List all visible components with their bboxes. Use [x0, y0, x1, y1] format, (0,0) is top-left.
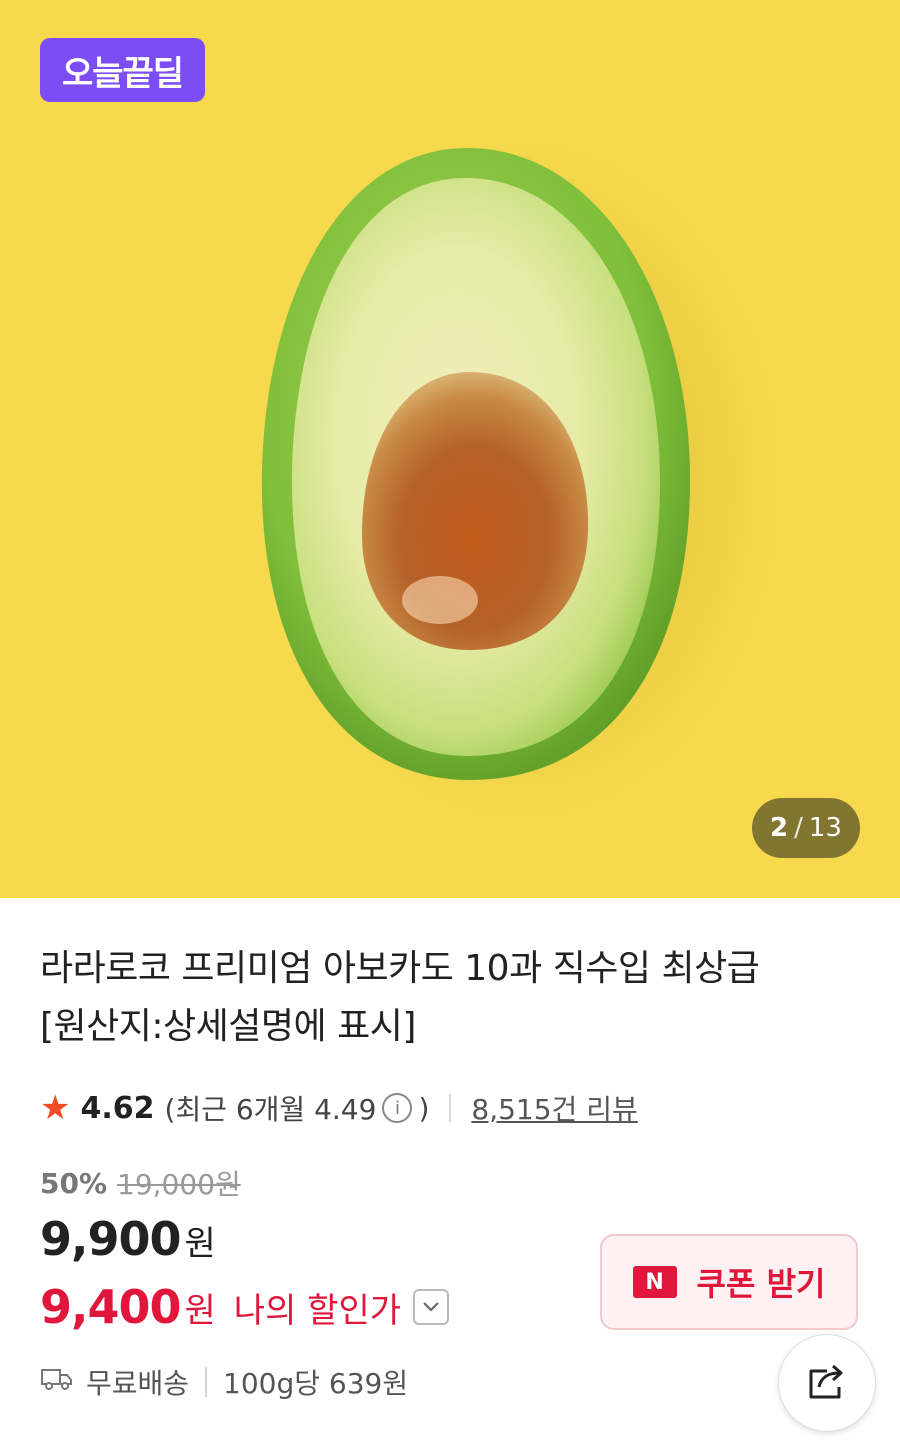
image-counter: 2 / 13: [752, 798, 860, 858]
free-shipping: 무료배송: [86, 1367, 190, 1400]
share-button[interactable]: [778, 1334, 876, 1432]
my-price-label: 나의 할인가: [233, 1290, 402, 1331]
share-icon: [805, 1361, 849, 1405]
info-icon[interactable]: i: [382, 1093, 413, 1123]
coupon-button[interactable]: N 쿠폰 받기: [600, 1234, 858, 1330]
discount-row: 50% 19,000원: [40, 1163, 241, 1203]
star-icon: ★: [40, 1088, 71, 1128]
sale-price: 9,900 원: [40, 1212, 216, 1266]
product-title-line2: [원산지:상세설명에 표시]: [40, 1006, 416, 1047]
rating-row: ★ 4.62 (최근 6개월 4.49 i ) 8,515건 리뷰: [40, 1086, 638, 1130]
avocado-image: [260, 140, 780, 820]
divider: [205, 1367, 208, 1397]
unit-price: 100g당 639원: [223, 1367, 409, 1400]
product-image-carousel[interactable]: 오늘끝딜 2 / 13: [0, 0, 900, 898]
discount-percent: 50%: [40, 1166, 108, 1200]
my-price-unit: 원: [184, 1290, 216, 1331]
divider: [449, 1094, 452, 1122]
rating-score: 4.62: [80, 1090, 155, 1126]
my-discount-price: 9,400 원 나의 할인가: [40, 1280, 450, 1334]
recent-rating-text: (최근 6개월 4.49: [164, 1093, 377, 1126]
naver-n-icon: N: [632, 1266, 677, 1298]
sale-price-value: 9,900: [40, 1212, 182, 1266]
today-deal-badge: 오늘끝딜: [40, 38, 205, 102]
coupon-label: 쿠폰 받기: [696, 1265, 826, 1303]
sale-price-unit: 원: [184, 1224, 216, 1264]
image-total: 13: [808, 813, 842, 843]
my-price-value: 9,400: [40, 1280, 182, 1334]
product-title: 라라로코 프리미엄 아보카도 10과 직수입 최상급 [원산지:상세설명에 표시…: [40, 940, 870, 1056]
image-index: 2: [770, 813, 789, 843]
chevron-down-icon[interactable]: [413, 1289, 450, 1325]
review-count-link[interactable]: 8,515건 리뷰: [471, 1088, 637, 1128]
image-separator: /: [794, 813, 803, 843]
truck-icon: [40, 1366, 74, 1399]
recent-rating-close: ): [418, 1091, 430, 1125]
shipping-row: 무료배송 100g당 639원: [40, 1362, 408, 1402]
original-price: 19,000원: [117, 1168, 241, 1201]
product-title-line1: 라라로코 프리미엄 아보카도 10과 직수입 최상급: [40, 948, 760, 989]
